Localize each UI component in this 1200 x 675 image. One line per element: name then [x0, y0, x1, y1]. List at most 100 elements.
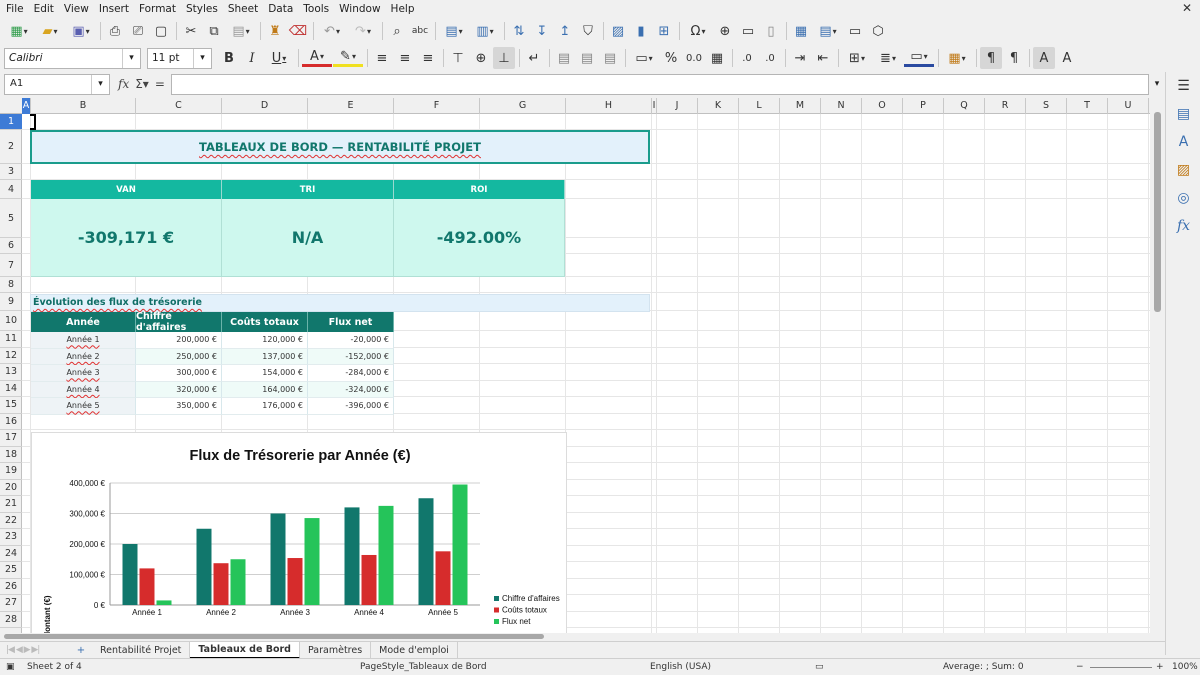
column-header-n[interactable]: N	[821, 98, 862, 114]
table-cell[interactable]: 176,000 €	[222, 398, 308, 415]
text-top-to-bottom-icon[interactable]: A	[1056, 47, 1078, 69]
column-header-l[interactable]: L	[739, 98, 780, 114]
sort-icon[interactable]: ⇅	[508, 20, 530, 42]
row-header-17[interactable]: 17	[0, 430, 22, 447]
name-box[interactable]: A1 ▾	[4, 73, 110, 95]
comment-icon[interactable]: ▭	[737, 20, 759, 42]
tab-tableaux-de-bord[interactable]: Tableaux de Bord	[190, 641, 300, 659]
zoom-out-icon[interactable]: −	[1076, 662, 1084, 672]
cell-area[interactable]: TABLEAUX DE BORD — RENTABILITÉ PROJET VA…	[22, 114, 1150, 633]
copy-icon[interactable]: ⧉	[203, 20, 225, 42]
dashboard-title[interactable]: TABLEAUX DE BORD — RENTABILITÉ PROJET	[30, 130, 650, 164]
row-header-5[interactable]: 5	[0, 199, 22, 238]
kpi-value-roi[interactable]: -492.00%	[394, 199, 565, 277]
row-header-24[interactable]: 24	[0, 546, 22, 562]
tab-rentabilite-projet[interactable]: Rentabilité Projet	[92, 641, 191, 659]
delete-decimal-icon[interactable]: .0	[759, 47, 781, 69]
vertical-scrollbar[interactable]	[1150, 98, 1165, 633]
column-header-q[interactable]: Q	[944, 98, 985, 114]
open-folder-icon[interactable]: ▰	[35, 20, 65, 42]
row-header-6[interactable]: 6	[0, 238, 22, 254]
column-header-p[interactable]: P	[903, 98, 944, 114]
row-header-27[interactable]: 27	[0, 595, 22, 612]
menu-file[interactable]: File	[0, 3, 29, 15]
increase-indent-icon[interactable]: ⇥	[789, 47, 811, 69]
row-header-7[interactable]: 7	[0, 254, 22, 277]
menu-insert[interactable]: Insert	[94, 3, 134, 15]
page-style[interactable]: PageStyle_Tableaux de Bord	[360, 662, 487, 672]
selection-mode-icon[interactable]: ▭	[815, 662, 824, 672]
align-top-icon[interactable]: ⊤	[447, 47, 469, 69]
text-left-to-right-icon[interactable]: A	[1033, 47, 1055, 69]
column-header-e[interactable]: E	[308, 98, 394, 114]
sheet-navigation-arrows-icon[interactable]: |◀ ◀ ▶ ▶|	[0, 645, 70, 655]
column-header-b[interactable]: B	[31, 98, 136, 114]
underline-icon[interactable]: U	[264, 47, 294, 69]
save-icon[interactable]: ▣	[66, 20, 96, 42]
column-header-s[interactable]: S	[1026, 98, 1067, 114]
table-cell[interactable]: 300,000 €	[136, 365, 222, 382]
formula-input[interactable]	[170, 73, 1149, 95]
merge-center-icon[interactable]: ▤	[553, 47, 575, 69]
border-style-icon[interactable]: ≣	[873, 47, 903, 69]
row-header-2[interactable]: 2	[0, 130, 22, 164]
formula-icon[interactable]: =	[155, 77, 165, 91]
menu-window[interactable]: Window	[334, 3, 385, 15]
sidebar-menu-icon[interactable]: ☰	[1166, 72, 1200, 100]
tab-parametres[interactable]: Paramètres	[300, 641, 372, 659]
gallery-icon[interactable]: ▨	[1166, 156, 1200, 184]
column-header-u[interactable]: U	[1108, 98, 1149, 114]
table-cell[interactable]: 120,000 €	[222, 332, 308, 349]
styles-icon[interactable]: A	[1166, 128, 1200, 156]
zoom-in-icon[interactable]: +	[1156, 662, 1164, 672]
print-preview-icon[interactable]: ▢	[150, 20, 172, 42]
row-header-12[interactable]: 12	[0, 348, 22, 364]
freeze-rows-columns-icon[interactable]: ▤	[813, 20, 843, 42]
sort-ascending-icon[interactable]: ↧	[531, 20, 553, 42]
wrap-text-icon[interactable]: ↵	[523, 47, 545, 69]
sort-descending-icon[interactable]: ↥	[554, 20, 576, 42]
chevron-down-icon[interactable]: ▾	[122, 48, 140, 68]
percent-format-icon[interactable]: %	[660, 47, 682, 69]
row-header-9[interactable]: 9	[0, 293, 22, 311]
kpi-header-van[interactable]: VAN	[31, 180, 222, 199]
insert-chart-icon[interactable]: ▮	[630, 20, 652, 42]
table-header-costs[interactable]: Coûts totaux	[222, 312, 308, 332]
kpi-value-tri[interactable]: N/A	[222, 199, 394, 277]
column-header-h[interactable]: H	[566, 98, 652, 114]
table-header-year[interactable]: Année	[31, 312, 136, 332]
expand-formula-icon[interactable]: ▾	[1149, 79, 1165, 89]
column-header-o[interactable]: O	[862, 98, 903, 114]
align-bottom-icon[interactable]: ⊥	[493, 47, 515, 69]
add-decimal-icon[interactable]: .0	[736, 47, 758, 69]
column-header-a[interactable]: A	[22, 98, 31, 114]
menu-edit[interactable]: Edit	[29, 3, 59, 15]
clear-formatting-icon[interactable]: ⌫	[287, 20, 309, 42]
table-cell[interactable]: Année 2	[31, 348, 136, 365]
table-cell[interactable]: -324,000 €	[308, 381, 394, 398]
row-header-11[interactable]: 11	[0, 331, 22, 348]
horizontal-scroll-thumb[interactable]	[4, 634, 544, 639]
zoom-level[interactable]: 100%	[1172, 662, 1198, 672]
table-cell[interactable]: -284,000 €	[308, 365, 394, 382]
row-header-10[interactable]: 10	[0, 311, 22, 331]
cut-icon[interactable]: ✂	[180, 20, 202, 42]
export-pdf-icon[interactable]: ⎙	[104, 20, 126, 42]
undo-icon[interactable]: ↶	[317, 20, 347, 42]
align-left-icon[interactable]: ≡	[371, 47, 393, 69]
spreadsheet-grid[interactable]: ABCDEFGHIJKLMNOPQRSTU 1 2 3 4 5 6 7 8 9 10 11 12 13 1…	[0, 98, 1150, 633]
decrease-indent-icon[interactable]: ⇤	[812, 47, 834, 69]
unmerge-cells-icon[interactable]: ▤	[599, 47, 621, 69]
table-cell[interactable]: -152,000 €	[308, 348, 394, 365]
table-cell[interactable]: -396,000 €	[308, 398, 394, 415]
row-header-23[interactable]: 23	[0, 529, 22, 546]
autofilter-icon[interactable]: ⛉	[577, 20, 599, 42]
table-cell[interactable]: 350,000 €	[136, 398, 222, 415]
close-document-icon[interactable]: ✕	[1182, 1, 1192, 15]
right-to-left-icon[interactable]: ¶	[1003, 47, 1025, 69]
row-header-19[interactable]: 19	[0, 463, 22, 480]
special-character-icon[interactable]: Ω	[683, 20, 713, 42]
table-cell[interactable]: Année 5	[31, 398, 136, 415]
new-document-icon[interactable]: ▦	[4, 20, 34, 42]
bold-icon[interactable]: B	[218, 47, 240, 69]
